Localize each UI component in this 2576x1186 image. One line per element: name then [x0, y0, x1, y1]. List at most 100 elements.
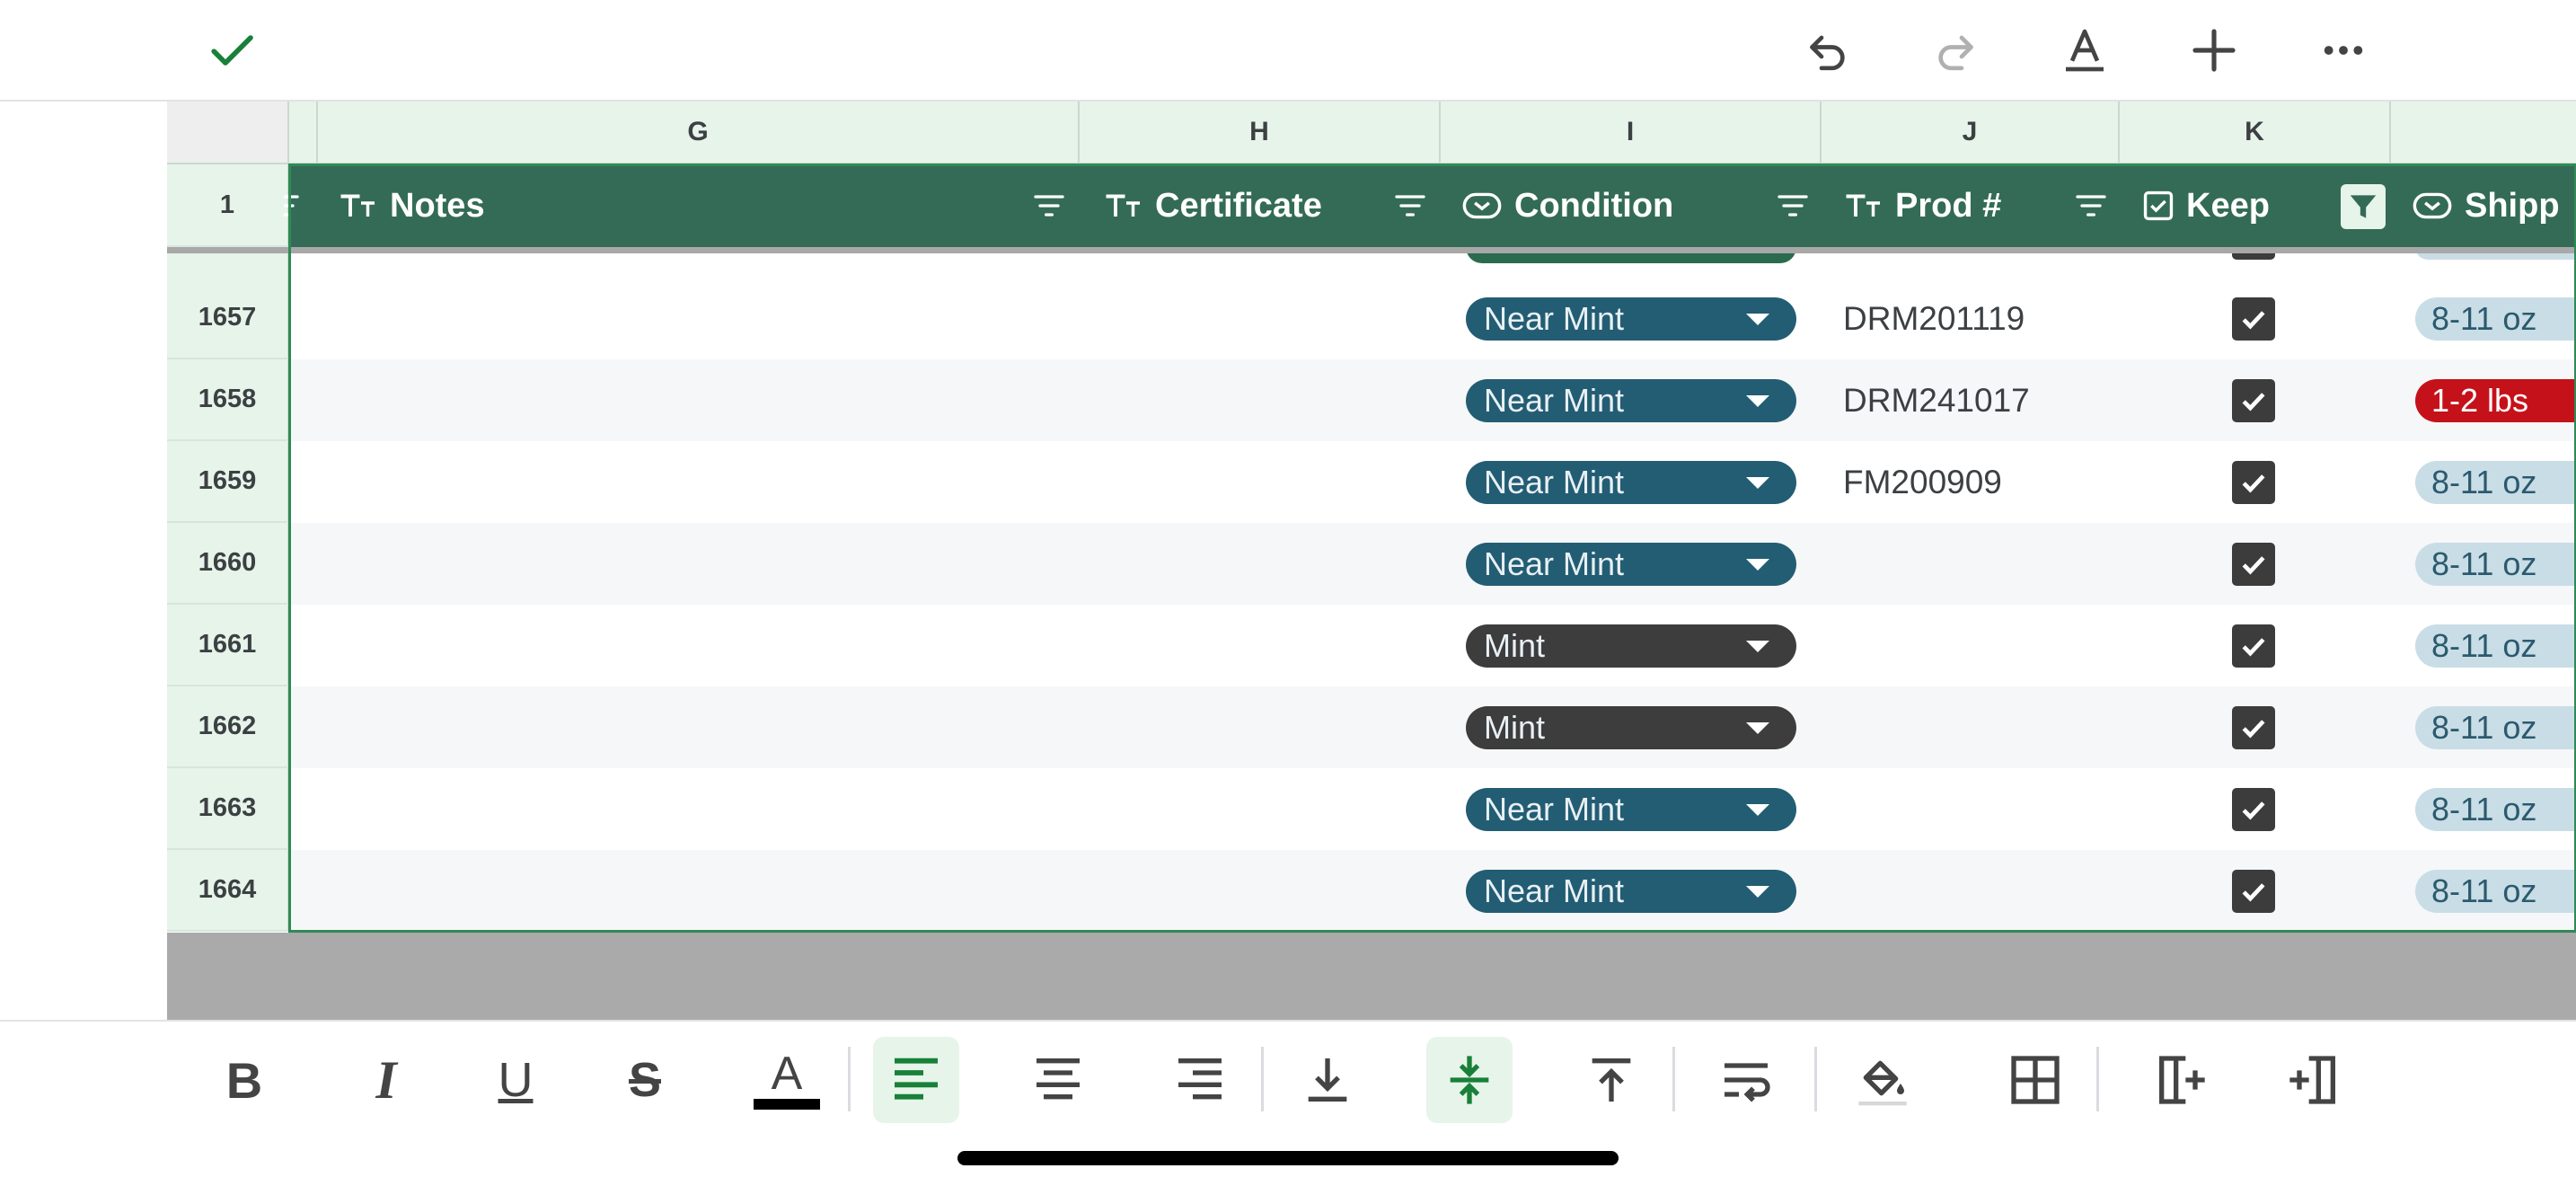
insert-column-right-button[interactable]	[2138, 1037, 2224, 1123]
strikethrough-button[interactable]: S	[602, 1037, 688, 1123]
fill-color-button[interactable]	[1839, 1037, 1926, 1123]
valign-middle-icon	[1450, 1056, 1489, 1104]
header-notes[interactable]: Notes	[340, 164, 485, 247]
filter-funnel-icon	[2350, 195, 2377, 218]
redo-button[interactable]	[1925, 20, 1986, 81]
table-row[interactable]: Near Mint 8-11 oz	[289, 523, 2576, 605]
column-header-k[interactable]: K	[2120, 102, 2391, 163]
select-all-corner[interactable]	[167, 102, 289, 164]
condition-dropdown[interactable]: Near Mint	[1466, 543, 1796, 586]
row-header-1[interactable]: 1	[167, 164, 289, 247]
insert-button[interactable]	[2183, 20, 2245, 81]
condition-dropdown[interactable]: Mint	[1466, 624, 1796, 668]
header-keep[interactable]: Keep	[2143, 164, 2270, 247]
undo-button[interactable]	[1797, 20, 1858, 81]
column-header-i[interactable]: I	[1441, 102, 1822, 163]
table-row[interactable]: Near Mint DRM201119 8-11 oz	[289, 278, 2576, 359]
filter-icon[interactable]	[2071, 188, 2111, 224]
shipping-chip[interactable]: 1-2 lbs	[2415, 379, 2576, 422]
chevron-down-icon	[1746, 559, 1769, 571]
done-button[interactable]	[201, 20, 262, 81]
align-center-button[interactable]	[1015, 1037, 1101, 1123]
column-header-j[interactable]: J	[1822, 102, 2120, 163]
valign-top-button[interactable]	[1568, 1037, 1654, 1123]
more-options-button[interactable]	[2313, 20, 2374, 81]
bold-button[interactable]: B	[201, 1037, 287, 1123]
row-header[interactable]: 1660	[167, 523, 289, 605]
keep-checkbox[interactable]	[2232, 297, 2275, 341]
condition-value: Near Mint	[1484, 300, 1625, 337]
condition-dropdown[interactable]: Near Mint	[1466, 870, 1796, 913]
keep-checkbox[interactable]	[2232, 624, 2275, 668]
header-certificate[interactable]: Certificate	[1105, 164, 1322, 247]
align-left-button[interactable]	[873, 1037, 959, 1123]
borders-button[interactable]	[1992, 1037, 2078, 1123]
filter-icon[interactable]	[284, 188, 304, 224]
condition-value: Near Mint	[1484, 872, 1625, 909]
column-header-partial[interactable]	[289, 102, 318, 163]
check-icon	[2242, 393, 2265, 412]
valign-bottom-button[interactable]	[1284, 1037, 1371, 1123]
chevron-down-icon	[1746, 395, 1769, 407]
keep-checkbox[interactable]	[2232, 870, 2275, 913]
align-right-button[interactable]	[1157, 1037, 1243, 1123]
filter-icon[interactable]	[1773, 188, 1813, 224]
table-row[interactable]: Mint 8-11 oz	[289, 686, 2576, 768]
underline-button[interactable]: U	[472, 1037, 559, 1123]
row-header[interactable]: 1658	[167, 359, 289, 441]
header-prod-number[interactable]: Prod #	[1845, 164, 2001, 247]
valign-middle-button[interactable]	[1426, 1037, 1513, 1123]
keep-checkbox[interactable]	[2232, 543, 2275, 586]
insert-column-left-button[interactable]	[2271, 1037, 2357, 1123]
keep-checkbox[interactable]	[2232, 706, 2275, 749]
filter-icon[interactable]	[1029, 188, 1069, 224]
text-color-swatch	[754, 1099, 820, 1110]
data-grid: Near Mint DRM201119 8-11 oz Near Mint DRM241…	[289, 278, 2576, 932]
active-filter-button[interactable]	[2341, 184, 2386, 229]
condition-dropdown[interactable]: Near Mint	[1466, 788, 1796, 831]
keep-checkbox[interactable]	[2232, 461, 2275, 504]
keep-checkbox[interactable]	[2232, 788, 2275, 831]
filter-icon[interactable]	[1390, 188, 1430, 224]
table-row[interactable]: Near Mint 8-11 oz	[289, 850, 2576, 932]
table-row[interactable]: Near Mint DRM241017 1-2 lbs	[289, 359, 2576, 441]
text-format-button[interactable]	[2054, 20, 2115, 81]
condition-dropdown[interactable]: Near Mint	[1466, 379, 1796, 422]
shipping-chip[interactable]: 8-11 oz	[2415, 461, 2576, 504]
prod-number-cell[interactable]: DRM241017	[1843, 359, 2030, 441]
row-header[interactable]: 1664	[167, 850, 289, 932]
column-header-h[interactable]: H	[1080, 102, 1441, 163]
chevron-down-icon	[1746, 722, 1769, 734]
align-left-icon	[895, 1058, 938, 1100]
table-row[interactable]: Mint 8-11 oz	[289, 605, 2576, 686]
shipping-chip[interactable]: 8-11 oz	[2415, 543, 2576, 586]
shipping-chip[interactable]: 8-11 oz	[2415, 870, 2576, 913]
column-header-g[interactable]: G	[318, 102, 1080, 163]
row-header[interactable]: 1663	[167, 768, 289, 850]
row-header[interactable]: 1657	[167, 278, 289, 359]
header-condition[interactable]: Condition	[1462, 164, 1673, 247]
text-color-button[interactable]: A	[744, 1037, 830, 1123]
header-shipping[interactable]: Shipp	[2413, 164, 2560, 247]
table-row[interactable]: Near Mint FM200909 8-11 oz	[289, 441, 2576, 523]
row-header[interactable]: 1662	[167, 686, 289, 768]
wrap-text-button[interactable]	[1703, 1037, 1789, 1123]
shipping-chip[interactable]: 8-11 oz	[2415, 788, 2576, 831]
underline-icon: U	[498, 1053, 534, 1107]
prod-number-cell[interactable]: FM200909	[1843, 441, 2002, 523]
check-icon	[2242, 474, 2265, 493]
valign-bottom-icon	[1308, 1058, 1347, 1102]
italic-button[interactable]: I	[343, 1037, 429, 1123]
column-header-l[interactable]	[2391, 102, 2576, 163]
condition-dropdown[interactable]: Near Mint	[1466, 461, 1796, 504]
condition-dropdown[interactable]: Mint	[1466, 706, 1796, 749]
shipping-chip[interactable]: 8-11 oz	[2415, 706, 2576, 749]
condition-dropdown[interactable]: Near Mint	[1466, 297, 1796, 341]
keep-checkbox[interactable]	[2232, 379, 2275, 422]
shipping-chip[interactable]: 8-11 oz	[2415, 624, 2576, 668]
shipping-chip[interactable]: 8-11 oz	[2415, 297, 2576, 341]
row-header[interactable]: 1659	[167, 441, 289, 523]
row-header[interactable]: 1661	[167, 605, 289, 686]
prod-number-cell[interactable]: DRM201119	[1843, 278, 2025, 359]
table-row[interactable]: Near Mint 8-11 oz	[289, 768, 2576, 850]
